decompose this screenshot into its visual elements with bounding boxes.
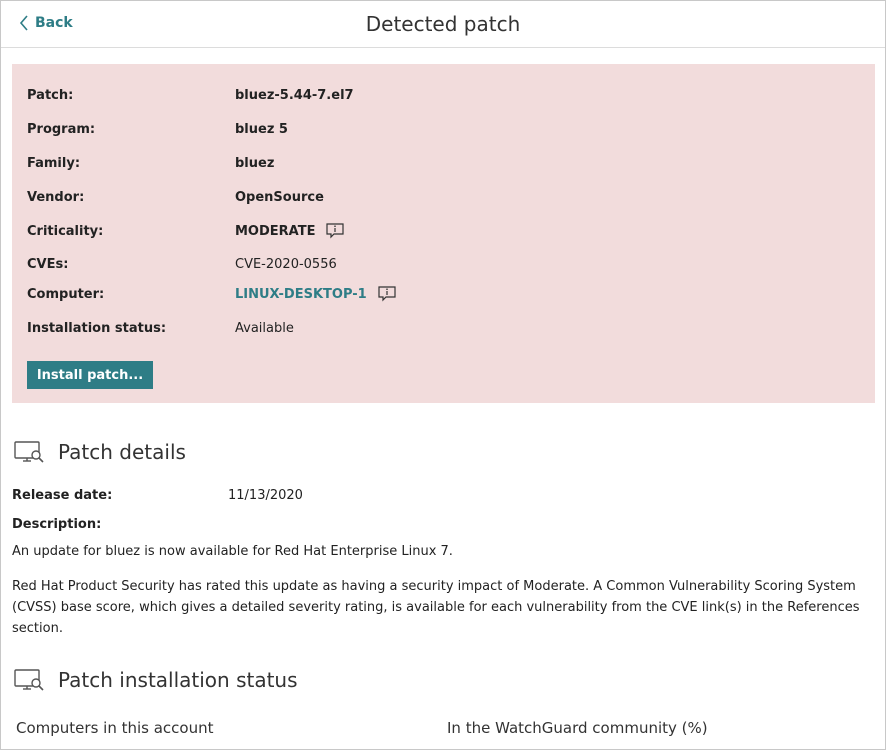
patch-value: bluez-5.44-7.el7 [235, 88, 354, 103]
release-date-label: Release date: [12, 488, 113, 503]
cves-row: CVEs: CVE-2020-0556 [27, 257, 337, 272]
description-paragraph: Red Hat Product Security has rated this … [12, 579, 860, 636]
criticality-row: Criticality: MODERATE [27, 222, 345, 240]
computers-in-account-heading: Computers in this account [16, 719, 214, 737]
installation-status-heading: Patch installation status [13, 667, 298, 693]
program-row: Program: bluez 5 [27, 122, 288, 137]
family-value: bluez [235, 156, 275, 171]
page-title: Detected patch [365, 12, 521, 36]
status-value: Available [235, 321, 294, 336]
description-paragraph: An update for bluez is now available for… [12, 544, 453, 559]
computer-label: Computer: [27, 286, 105, 302]
computer-link[interactable]: LINUX-DESKTOP-1 [235, 287, 367, 302]
patch-details-title: Patch details [58, 440, 186, 464]
installation-status-title: Patch installation status [58, 668, 298, 692]
program-label: Program: [27, 122, 96, 137]
patch-row: Patch: bluez-5.44-7.el7 [27, 88, 354, 103]
status-label: Installation status: [27, 321, 167, 336]
top-bar: Back Detected patch [1, 1, 885, 48]
program-value: bluez 5 [235, 122, 288, 137]
cves-value: CVE-2020-0556 [235, 257, 337, 272]
release-date-value: 11/13/2020 [228, 488, 303, 503]
criticality-value: MODERATE [235, 223, 316, 239]
patch-summary-panel: Patch: bluez-5.44-7.el7 Program: bluez 5… [12, 64, 875, 403]
monitor-search-icon [14, 669, 44, 691]
cves-label: CVEs: [27, 257, 69, 272]
patch-label: Patch: [27, 88, 74, 103]
info-comment-icon[interactable] [325, 222, 345, 240]
family-label: Family: [27, 156, 81, 171]
install-patch-button[interactable]: Install patch... [27, 361, 153, 389]
criticality-label: Criticality: [27, 223, 104, 239]
patch-details-heading: Patch details [13, 439, 186, 465]
description-row: Description: [12, 517, 228, 532]
community-percent-heading: In the WatchGuard community (%) [447, 719, 708, 737]
vendor-value: OpenSource [235, 190, 324, 205]
status-row: Installation status: Available [27, 321, 294, 336]
computer-row: Computer: LINUX-DESKTOP-1 [27, 285, 397, 303]
description-label: Description: [12, 517, 102, 532]
family-row: Family: bluez [27, 156, 274, 171]
vendor-row: Vendor: OpenSource [27, 190, 324, 205]
release-date-row: Release date: 11/13/2020 [12, 488, 303, 503]
vendor-label: Vendor: [27, 190, 85, 205]
monitor-search-icon [14, 441, 44, 463]
info-comment-icon[interactable] [377, 285, 397, 303]
